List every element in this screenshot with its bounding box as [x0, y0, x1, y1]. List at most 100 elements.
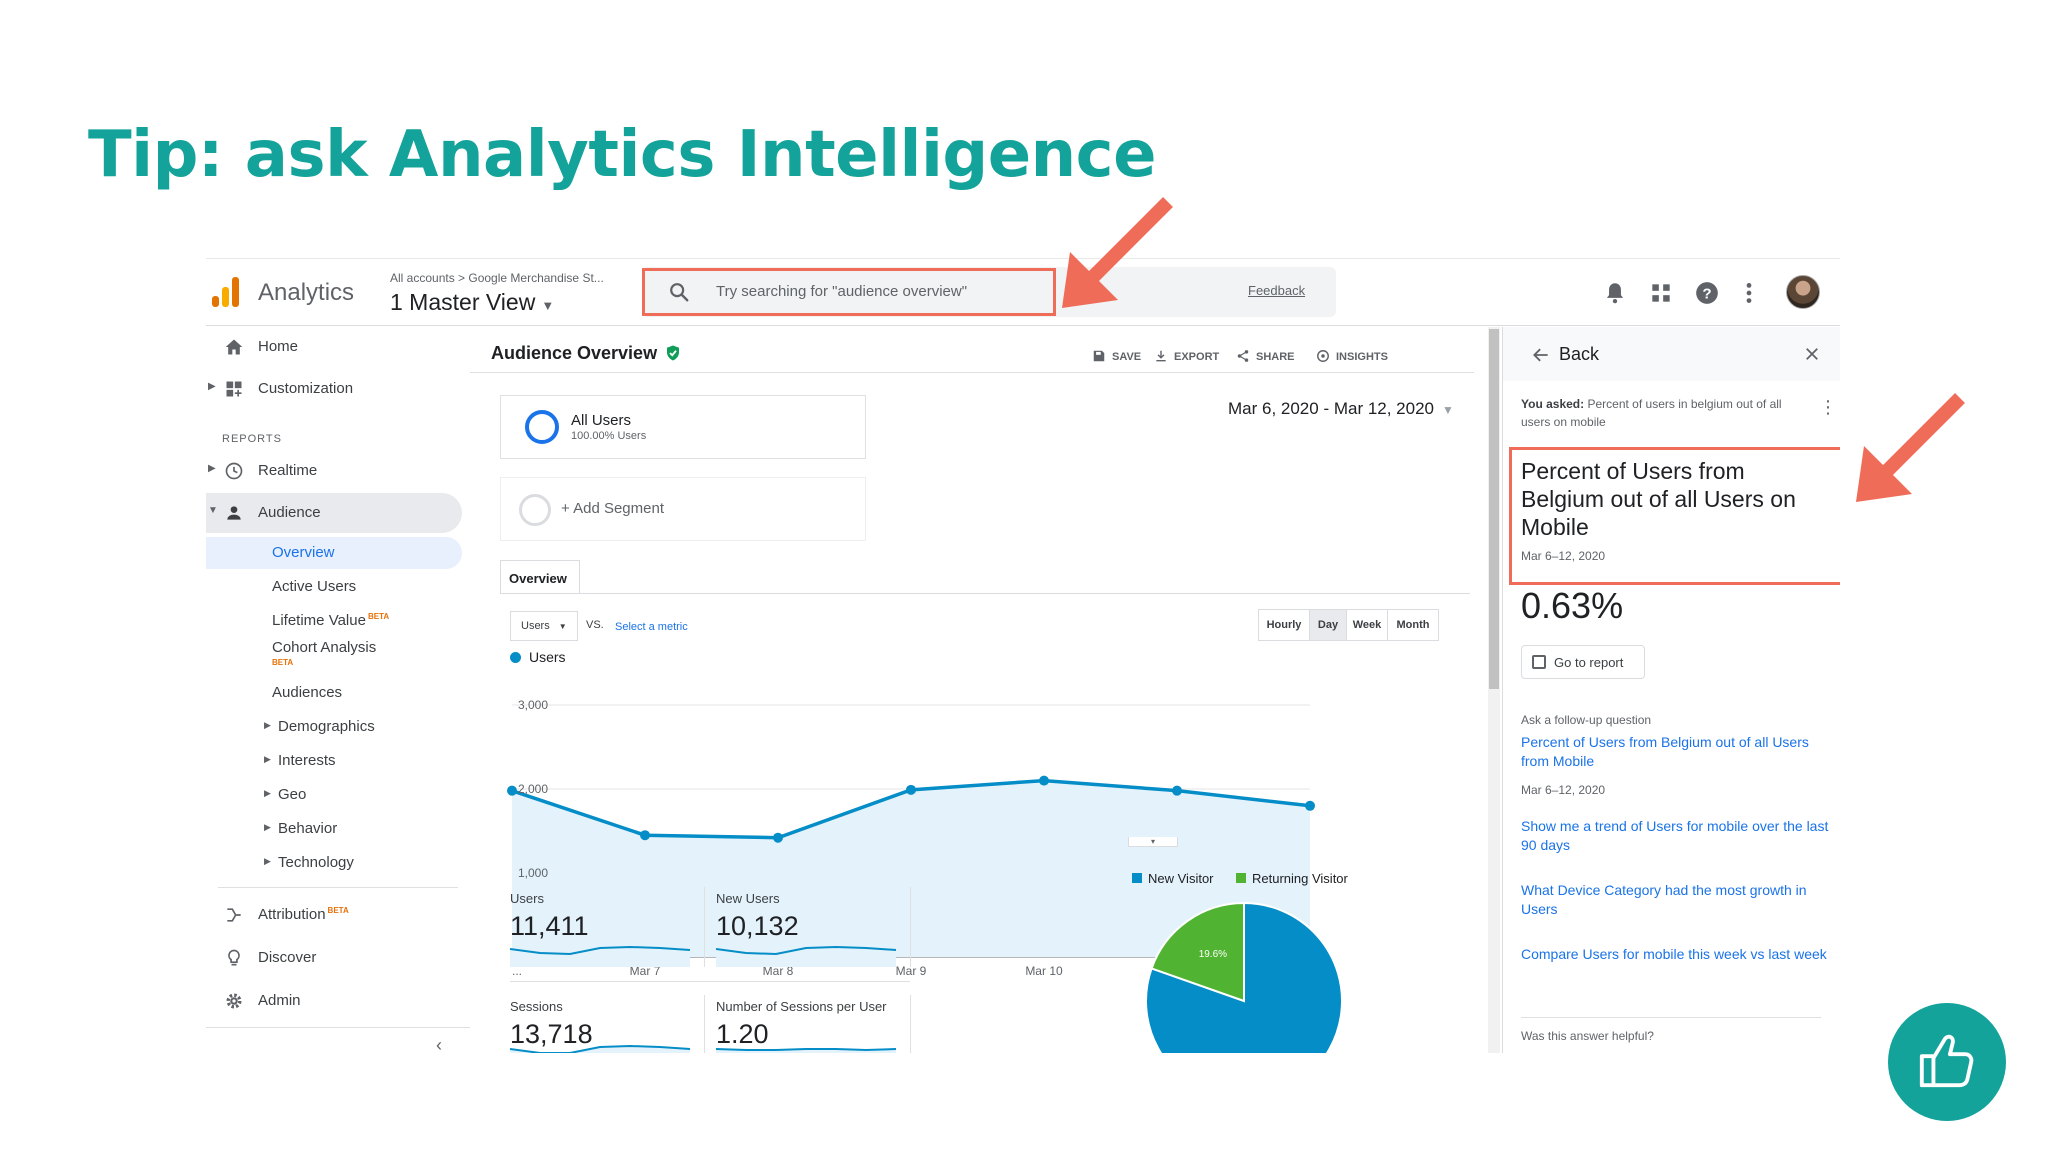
chart-collapse-handle[interactable]: ▾: [1128, 837, 1178, 847]
scrollbar-thumb[interactable]: [1489, 329, 1499, 689]
expand-arrow-icon: ▶: [264, 788, 271, 798]
intelligence-panel: Back You asked: Percent of users in belg…: [1502, 327, 1840, 1053]
insights-button[interactable]: INSIGHTS: [1316, 349, 1388, 363]
data-point: [773, 832, 783, 843]
follow-up-header: Ask a follow-up question: [1521, 713, 1652, 727]
export-button[interactable]: EXPORT: [1154, 349, 1219, 363]
annotation-arrow-search: [1062, 197, 1173, 308]
legend-label: New Visitor: [1148, 871, 1214, 886]
data-point: [906, 784, 916, 795]
sidebar-item-label: Interests: [278, 752, 336, 769]
breadcrumb[interactable]: All accounts > Google Merchandise St...: [390, 271, 604, 285]
sidebar-item-behavior[interactable]: ▶ Behavior: [206, 813, 462, 845]
bell-icon[interactable]: [1602, 280, 1628, 306]
panel-divider: [1521, 1017, 1821, 1018]
sidebar-item-realtime[interactable]: ▶ Realtime: [206, 451, 462, 491]
attribution-icon: [227, 908, 241, 922]
feedback-link[interactable]: Feedback: [1248, 283, 1305, 298]
sidebar-item-geo[interactable]: ▶ Geo: [206, 779, 462, 811]
follow-up-suggestion[interactable]: Show me a trend of Users for mobile over…: [1521, 817, 1831, 855]
scorecard-label: Sessions: [510, 999, 563, 1014]
analytics-logo-icon[interactable]: [212, 277, 242, 307]
granularity-day[interactable]: Day: [1309, 609, 1347, 641]
sidebar-item-discover[interactable]: Discover: [206, 938, 462, 978]
person-icon: [227, 506, 241, 520]
granularity-month[interactable]: Month: [1387, 609, 1439, 641]
vs-label: VS.: [586, 619, 604, 631]
granularity-hourly[interactable]: Hourly: [1258, 609, 1310, 641]
apps-grid-icon[interactable]: [1648, 280, 1674, 306]
data-point: [1039, 775, 1049, 786]
segment-all-users[interactable]: All Users 100.00% Users: [500, 395, 866, 459]
sidebar-item-technology[interactable]: ▶ Technology: [206, 847, 462, 879]
metric-selector[interactable]: Users ▼: [510, 611, 578, 641]
slide-title: Tip: ask Analytics Intelligence: [88, 118, 1157, 192]
sidebar-item-audience[interactable]: ▼ Audience: [206, 493, 462, 533]
sidebar-item-label: Customization: [258, 380, 354, 397]
lightbulb-icon: [228, 949, 240, 966]
sidebar-item-active-users[interactable]: Active Users: [206, 571, 462, 603]
sidebar-item-label: Lifetime Value: [272, 612, 366, 629]
expand-arrow-icon: ▶: [264, 754, 271, 764]
scorecard-label: New Users: [716, 891, 780, 906]
thumbs-up-icon: [1919, 1034, 1974, 1088]
close-icon[interactable]: [1803, 345, 1821, 363]
add-segment-button[interactable]: + Add Segment: [500, 477, 866, 541]
sidebar-item-cohort-analysis[interactable]: Cohort Analysis BETA: [206, 633, 462, 673]
back-arrow-icon[interactable]: [1531, 345, 1551, 365]
main-content: Audience Overview SAVE EXPORT SHARE INSI…: [470, 327, 1482, 1053]
scorecard-divider: [704, 887, 705, 967]
reports-section-header: REPORTS: [222, 433, 282, 445]
sidebar-item-label: Admin: [258, 992, 301, 1009]
tab-overview[interactable]: Overview: [500, 560, 580, 594]
sidebar-item-interests[interactable]: ▶ Interests: [206, 745, 462, 777]
follow-up-suggestion[interactable]: What Device Category had the most growth…: [1521, 881, 1831, 919]
sidebar-item-label: Home: [258, 338, 299, 355]
sidebar-item-demographics[interactable]: ▶ Demographics: [206, 711, 462, 743]
sidebar-item-label: Geo: [278, 786, 307, 803]
select-metric-link[interactable]: Select a metric: [615, 621, 688, 633]
pie-legend-returning: Returning Visitor: [1236, 871, 1348, 886]
sidebar-item-label: Active Users: [272, 578, 357, 595]
panel-header: Back: [1503, 327, 1840, 381]
save-button[interactable]: SAVE: [1092, 349, 1141, 363]
pie-legend-new: New Visitor: [1132, 871, 1214, 886]
data-point: [1172, 785, 1182, 796]
follow-up-suggestion[interactable]: Percent of Users from Belgium out of all…: [1521, 733, 1831, 771]
sidebar-divider: [206, 1027, 470, 1028]
app-name: Analytics: [258, 279, 355, 306]
scorecard-divider: [910, 995, 911, 1053]
clock-icon: [225, 462, 243, 480]
segment-sub: 100.00% Users: [571, 430, 647, 442]
back-button[interactable]: Back: [1559, 344, 1599, 365]
help-icon[interactable]: ?: [1694, 280, 1720, 306]
visitor-type-pie-chart: 19.6%: [1145, 901, 1343, 1053]
data-point: [640, 830, 650, 841]
sidebar-item-audiences[interactable]: Audiences: [206, 677, 462, 709]
date-range-picker[interactable]: Mar 6, 2020 - Mar 12, 2020 ▼: [1228, 399, 1454, 419]
sidebar-item-label: Technology: [278, 854, 354, 871]
go-to-report-button[interactable]: Go to report: [1521, 645, 1645, 679]
view-selector[interactable]: 1 Master View ▼: [390, 289, 554, 316]
share-button[interactable]: SHARE: [1236, 349, 1295, 363]
analytics-app-window: Analytics All accounts > Google Merchand…: [206, 258, 1840, 1053]
home-icon: [225, 339, 243, 355]
verified-shield-icon: [667, 345, 679, 361]
sidebar-item-customization[interactable]: ▶ Customization: [206, 369, 462, 409]
sidebar-item-label: Behavior: [278, 820, 338, 837]
collapse-sidebar-button[interactable]: ‹: [436, 1035, 442, 1053]
avatar[interactable]: [1786, 275, 1820, 309]
dashboard-grid-icon: [226, 381, 242, 397]
sidebar-item-admin[interactable]: Admin: [206, 981, 462, 1021]
follow-up-suggestion[interactable]: Compare Users for mobile this week vs la…: [1521, 945, 1831, 964]
more-vert-icon[interactable]: ⋮: [1819, 397, 1837, 418]
thumbs-up-button[interactable]: [1888, 1003, 2006, 1121]
insights-icon: [1317, 350, 1329, 362]
scorecard-label: Users: [510, 891, 544, 906]
sidebar-item-attribution[interactable]: Attribution BETA: [206, 895, 462, 935]
sidebar-item-overview[interactable]: Overview: [206, 537, 462, 569]
more-vert-icon[interactable]: [1736, 280, 1762, 306]
granularity-week[interactable]: Week: [1346, 609, 1388, 641]
sidebar-item-home[interactable]: Home: [206, 327, 462, 367]
main-scrollbar[interactable]: [1488, 327, 1500, 1053]
